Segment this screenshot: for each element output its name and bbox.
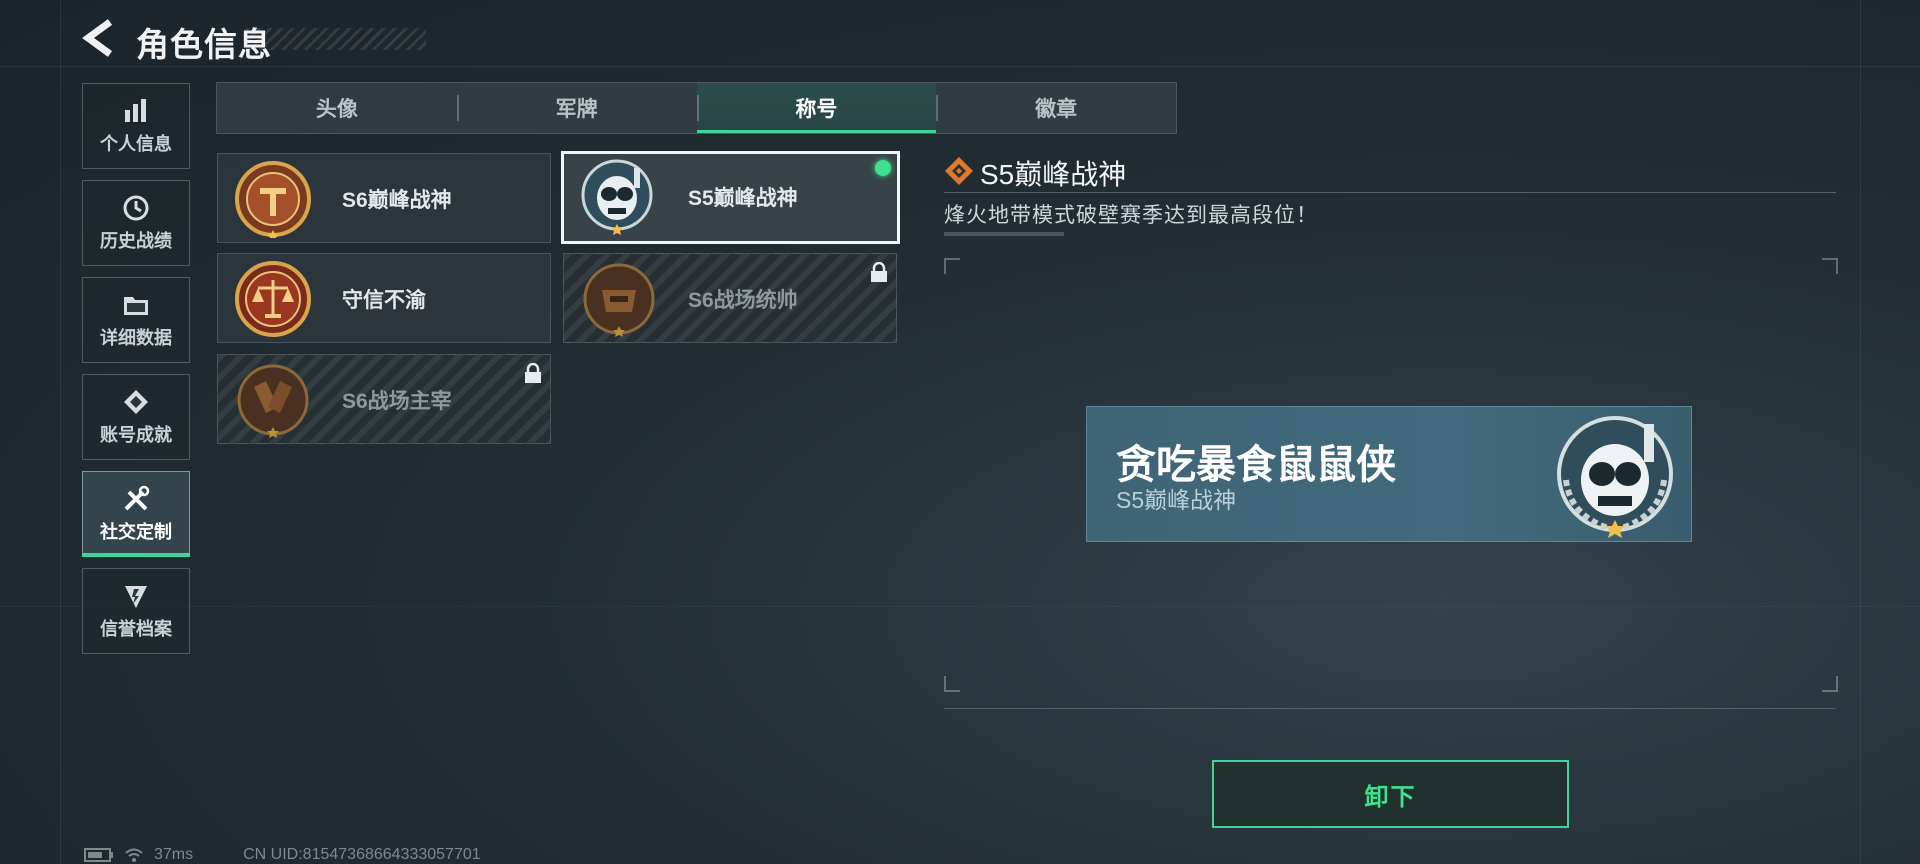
title-card-name: S6战场统帅 <box>688 289 798 312</box>
title-card-name: 守信不渝 <box>342 289 426 312</box>
title-decoration <box>246 28 426 50</box>
s6-battlefield-ruler-emblem-icon <box>237 364 309 438</box>
title-card-s6-battlefield-ruler[interactable]: S6战场主宰 <box>217 354 551 444</box>
folder-icon <box>124 297 148 315</box>
lock-icon <box>871 262 887 282</box>
equipped-indicator <box>875 160 891 176</box>
history-clock-icon <box>123 195 149 221</box>
sidebar-item-credit-record[interactable]: 信誉档案 <box>82 568 190 654</box>
back-arrow-icon <box>82 19 113 57</box>
tab-badge[interactable]: 徽章 <box>936 83 1176 133</box>
lock-icon <box>525 363 541 383</box>
title-card-keep-faith[interactable]: 守信不渝 <box>217 253 551 343</box>
title-card-name: S6战场主宰 <box>342 390 452 413</box>
title-diamond-icon <box>945 157 973 185</box>
divider <box>944 192 1836 193</box>
wifi-icon <box>125 848 143 862</box>
title-card-name: S6巅峰战神 <box>342 189 452 212</box>
s6-battlefield-commander-emblem-icon <box>583 263 655 337</box>
category-tabs: 头像 军牌 称号 徽章 <box>216 82 1177 134</box>
tab-dog-tag[interactable]: 军牌 <box>456 83 697 133</box>
sidebar-item-label: 社交定制 <box>100 522 172 542</box>
title-card-s6-peak-god[interactable]: S6巅峰战神 <box>217 153 551 243</box>
sidebar-item-achievements[interactable]: 账号成就 <box>82 374 190 460</box>
sidebar-item-label: 历史战绩 <box>100 231 172 251</box>
title-card-s5-peak-god[interactable]: S5巅峰战神 <box>561 151 900 244</box>
status-bar: 37ms CN UID:815473686643330577​01 <box>84 846 481 864</box>
back-button[interactable] <box>82 18 118 58</box>
tab-avatar[interactable]: 头像 <box>217 83 457 133</box>
credit-shield-icon <box>125 586 147 608</box>
preview-baseline <box>944 708 1836 709</box>
preview-frame-corner <box>944 676 960 692</box>
player-uid: CN UID:815473686643330577​01 <box>243 846 481 863</box>
s6-peak-god-emblem-icon <box>235 161 311 238</box>
sidebar-item-personal-info[interactable]: 个人信息 <box>82 83 190 169</box>
sidebar-item-label: 个人信息 <box>100 134 172 154</box>
selected-title-name: S5巅峰战神 <box>980 159 1127 190</box>
selected-title-description: 烽火地带模式破壁赛季达到最高段位！ <box>944 204 1318 227</box>
unequip-button-label: 卸下 <box>1364 783 1417 811</box>
sidebar-item-label: 信誉档案 <box>100 619 172 639</box>
sidebar-item-label: 账号成就 <box>100 425 172 445</box>
s5-peak-god-emblem-icon <box>581 159 653 235</box>
title-card-s6-battlefield-commander[interactable]: S6战场统帅 <box>563 253 897 343</box>
nameplate-title: S5巅峰战神 <box>1116 487 1237 513</box>
keep-faith-emblem-icon <box>235 261 311 337</box>
sidebar-item-label: 详细数据 <box>100 328 172 348</box>
ping-value: 37ms <box>154 846 194 863</box>
bar-chart-icon <box>125 99 146 122</box>
preview-frame-corner <box>944 258 960 274</box>
battery-icon <box>84 848 113 862</box>
title-card-name: S5巅峰战神 <box>688 187 798 210</box>
achievement-icon <box>124 390 148 414</box>
unequip-button[interactable]: 卸下 <box>1212 760 1569 828</box>
nameplate-emblem-icon <box>1557 416 1673 538</box>
sidebar-item-social-customize[interactable]: 社交定制 <box>82 471 190 557</box>
sidebar-item-detailed-data[interactable]: 详细数据 <box>82 277 190 363</box>
sidebar-item-history[interactable]: 历史战绩 <box>82 180 190 266</box>
tab-title[interactable]: 称号 <box>696 83 937 133</box>
tools-icon <box>124 485 150 511</box>
sidebar-active-indicator <box>82 553 190 557</box>
description-underline-decoration <box>944 232 1064 236</box>
preview-frame-corner <box>1822 676 1838 692</box>
preview-frame-corner <box>1822 258 1838 274</box>
